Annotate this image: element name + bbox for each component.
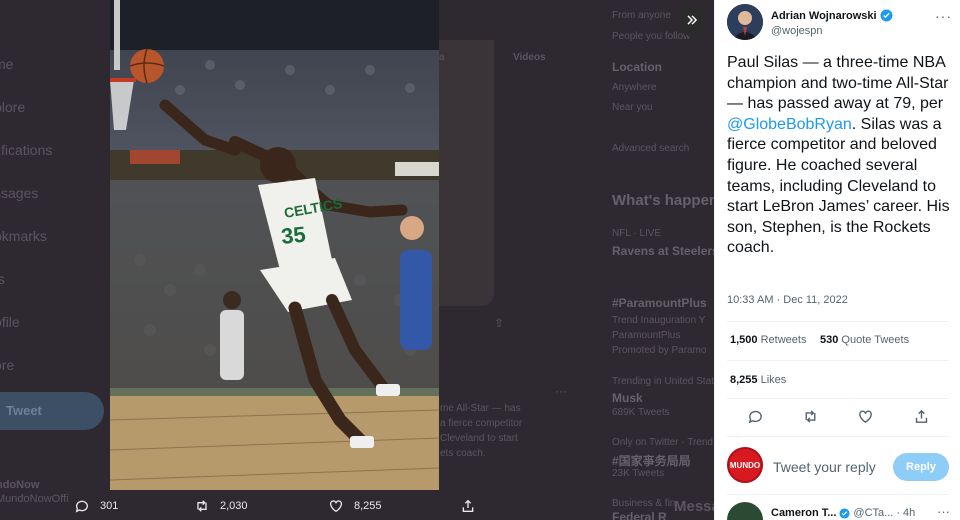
next-reply-time: · 4h (896, 507, 916, 519)
bg-more-icon: ··· (555, 384, 567, 398)
bg-nav-bookmarks: okmarks (0, 228, 47, 244)
reply-input[interactable]: Tweet your reply (773, 459, 876, 475)
bg-share-icon: ⇧ (494, 316, 505, 330)
retweet-icon[interactable] (802, 408, 819, 425)
divider (727, 436, 949, 437)
share-icon (462, 499, 474, 512)
bg-nav-more: ore (0, 357, 15, 373)
media-reply-count: 301 (100, 500, 119, 512)
reply-icon (75, 500, 88, 513)
next-reply-header[interactable]: Cameron T... @CTa... · 4h (771, 507, 915, 519)
author-name[interactable]: Adrian Wojnarowski (771, 9, 893, 22)
media-reply-action[interactable]: 301 (74, 498, 118, 514)
bg-tweet-snippet: me All-Star — has a fierce competitor Cl… (440, 403, 523, 459)
tweet-text: Paul Silas — a three-time NBA champion a… (727, 54, 950, 257)
media-action-bar: 301 2,030 8,255 (0, 490, 714, 520)
mention-link[interactable]: @GlobeBobRyan (727, 116, 852, 133)
expand-panel-button[interactable] (676, 4, 708, 36)
media-share-action[interactable] (460, 498, 476, 514)
bg-nav-explore: plore (0, 99, 26, 115)
media-retweet-action[interactable]: 2,030 (194, 498, 248, 514)
bg-nav-lists: ts (0, 271, 5, 287)
tweet-detail-panel: Adrian Wojnarowski @wojespn ··· Paul Sil… (714, 0, 960, 520)
bg-tab-left: a (439, 52, 445, 63)
bg-nav-home: me (0, 56, 14, 72)
tweet-photo[interactable]: CELTICS 35 (110, 0, 439, 490)
retweets-stat[interactable]: 1,500 Retweets (730, 334, 806, 346)
bg-tab-card (438, 40, 494, 306)
divider (727, 494, 949, 495)
author-avatar-image (727, 4, 763, 40)
author-handle[interactable]: @wojespn (771, 25, 823, 37)
next-reply-more-icon[interactable]: ··· (937, 504, 950, 519)
reply-user-avatar[interactable]: MUNDO (727, 447, 763, 483)
next-reply-name: Cameron T... (771, 507, 837, 519)
retweet-icon (197, 500, 207, 512)
likes-stat[interactable]: 8,255 Likes (730, 374, 786, 386)
bg-nav-notifications: tifications (0, 142, 53, 158)
media-like-count: 8,255 (354, 500, 382, 512)
bg-tab-videos: Videos (513, 52, 546, 63)
reply-button[interactable]: Reply (893, 453, 949, 481)
tweet-timestamp[interactable]: 10:33 AM · Dec 11, 2022 (727, 294, 848, 306)
verified-badge-icon (880, 9, 893, 22)
reply-icon[interactable] (747, 408, 764, 425)
double-chevron-right-icon (687, 15, 698, 25)
divider (727, 321, 949, 322)
quote-tweets-stat[interactable]: 530 Quote Tweets (820, 334, 909, 346)
share-icon[interactable] (913, 408, 930, 425)
media-retweet-count: 2,030 (220, 500, 248, 512)
next-reply-handle: @CTa... (853, 507, 894, 519)
divider (727, 360, 949, 361)
basketball-photo-image: CELTICS 35 (110, 0, 439, 490)
divider (727, 398, 949, 399)
jersey-number: 35 (280, 222, 307, 249)
verified-badge-icon (839, 507, 850, 519)
more-options-icon[interactable]: ··· (935, 8, 952, 24)
bg-tweet-button: Tweet (0, 392, 104, 430)
bg-nav-profile: ofile (0, 314, 20, 330)
author-avatar[interactable] (727, 4, 763, 40)
bg-nav-messages: ssages (0, 185, 39, 201)
next-reply-avatar[interactable] (727, 502, 763, 520)
heart-icon (330, 500, 342, 513)
media-like-action[interactable]: 8,255 (328, 498, 382, 514)
heart-icon[interactable] (857, 408, 874, 425)
